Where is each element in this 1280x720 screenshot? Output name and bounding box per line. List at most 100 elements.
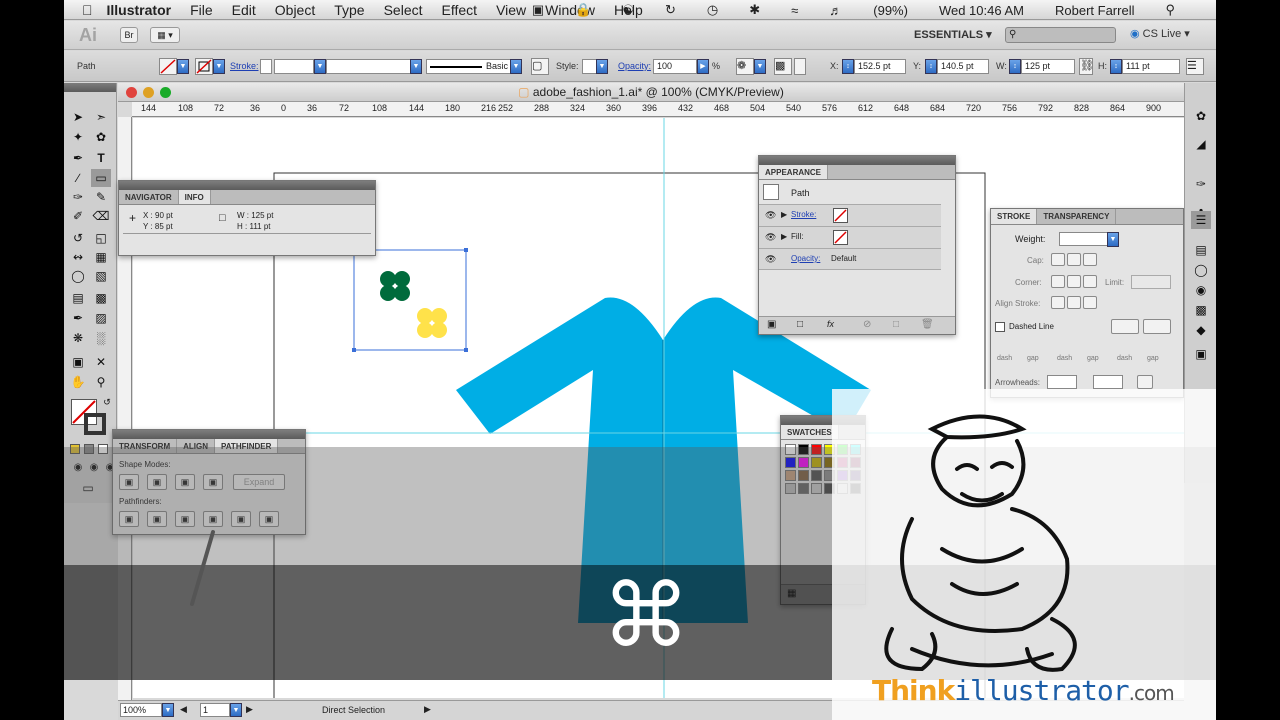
rectangle-tool-icon[interactable]: ▭ — [91, 169, 111, 187]
status-menu-icon[interactable]: ▶ — [424, 704, 431, 715]
swap-fill-stroke-icon[interactable]: ↺ — [97, 393, 117, 411]
shape-builder-tool-icon[interactable]: ◯ — [68, 267, 88, 285]
appearance-fill-row[interactable]: 👁 ▶ Fill: — [759, 226, 941, 248]
magic-wand-tool-icon[interactable]: ✦ — [68, 128, 88, 146]
preserve-dash-icon[interactable] — [1111, 319, 1139, 334]
fill-dropdown[interactable]: ▼ — [177, 59, 189, 74]
volume-icon[interactable]: ♬ — [829, 3, 842, 18]
fill-swatch-none[interactable] — [159, 58, 177, 75]
stroke-weight-dropdown[interactable]: ▼ — [314, 59, 326, 74]
add-effect-button[interactable]: fx — [827, 319, 834, 329]
bridge-button[interactable]: Br — [120, 27, 138, 43]
opacity-label-link[interactable]: Opacity: — [618, 61, 651, 71]
align-inside-icon[interactable] — [1067, 296, 1081, 309]
previous-artboard-icon[interactable]: ◀ — [180, 704, 187, 715]
stroke-weight-input[interactable] — [274, 59, 314, 74]
align-center-icon[interactable] — [1051, 296, 1065, 309]
appearance-stroke-row[interactable]: 👁 ▶ Stroke: — [759, 204, 941, 226]
info-panel-header[interactable] — [119, 181, 375, 190]
stroke-weight-stepper[interactable] — [260, 59, 272, 74]
symbol-sprayer-tool-icon[interactable]: ❋ — [68, 329, 88, 347]
transparency-panel-icon[interactable]: ◯ — [1191, 261, 1211, 279]
tab-info[interactable]: INFO — [178, 190, 211, 204]
lasso-tool-icon[interactable]: ✿ — [91, 128, 111, 146]
end-arrowhead-select[interactable] — [1093, 375, 1123, 389]
menu-edit[interactable]: Edit — [232, 2, 256, 18]
menu-file[interactable]: File — [190, 2, 213, 18]
brushes-icon[interactable]: ✑ — [1191, 175, 1211, 193]
h-input[interactable]: 111 pt — [1122, 59, 1180, 74]
eraser-tool-icon[interactable]: ⌫ — [91, 207, 111, 225]
appearance-stroke-label[interactable]: Stroke: — [791, 210, 816, 219]
color-guide-icon[interactable]: ◢ — [1191, 135, 1211, 153]
artboard-number-field[interactable]: 1 — [200, 703, 230, 717]
appearance-panel-header[interactable] — [759, 156, 955, 165]
tab-swatches[interactable]: SWATCHES — [781, 425, 839, 439]
selection-tool-icon[interactable]: ➤ — [68, 108, 88, 126]
tools-panel-header[interactable] — [64, 83, 116, 92]
visibility-eye-icon[interactable]: 👁 — [765, 210, 776, 221]
add-new-fill-icon[interactable]: □ — [797, 319, 803, 330]
stroke-none-swatch[interactable] — [833, 208, 848, 223]
stroke-dropdown[interactable]: ▼ — [213, 59, 225, 74]
graphic-styles-icon[interactable]: ▩ — [1191, 301, 1211, 319]
reference-point-grid-icon[interactable] — [794, 58, 806, 75]
appearance-opacity-row[interactable]: 👁 Opacity: Default — [759, 248, 941, 270]
next-artboard-icon[interactable]: ▶ — [246, 704, 253, 715]
tab-transparency[interactable]: TRANSPARENCY — [1037, 209, 1117, 224]
appearance-panel-icon[interactable]: ◉ — [1191, 281, 1211, 299]
user-name[interactable]: Robert Farrell — [1055, 3, 1134, 18]
apple-icon[interactable]:  — [82, 2, 93, 18]
close-window-button[interactable] — [126, 87, 137, 98]
green-clover[interactable] — [380, 271, 410, 301]
duplicate-item-icon[interactable]: □ — [893, 319, 899, 330]
blob-brush-tool-icon[interactable]: ✐ — [68, 207, 88, 225]
menu-app-name[interactable]: Illustrator — [107, 2, 172, 18]
perspective-grid-tool-icon[interactable]: ▧ — [91, 267, 111, 285]
wifi-icon[interactable]: ≈ — [791, 3, 798, 18]
expand-triangle-icon[interactable]: ▶ — [781, 210, 787, 219]
expand-triangle-icon[interactable]: ▶ — [781, 232, 787, 241]
stroke-panel-icon[interactable]: ☰ — [1191, 211, 1211, 229]
tab-stroke[interactable]: STROKE — [991, 209, 1038, 224]
gradient-panel-icon[interactable]: ▤ — [1191, 241, 1211, 259]
zoom-level-field[interactable]: 100% — [120, 703, 162, 717]
round-join-icon[interactable] — [1067, 275, 1081, 288]
menu-view[interactable]: View — [496, 2, 526, 18]
layers-icon[interactable]: ◆ — [1191, 321, 1211, 339]
graphic-style-dropdown[interactable]: ▼ — [596, 59, 608, 74]
pencil-tool-icon[interactable]: ✎ — [91, 188, 111, 206]
type-tool-icon[interactable]: T — [91, 149, 111, 167]
zoom-dropdown[interactable]: ▼ — [162, 703, 174, 717]
artboard-dropdown[interactable]: ▼ — [230, 703, 242, 717]
align-outside-icon[interactable] — [1083, 296, 1097, 309]
constrain-proportions-icon[interactable]: ⛓ — [1079, 58, 1094, 75]
selection-bounding-box[interactable] — [353, 249, 467, 351]
x-stepper[interactable]: ↕ — [842, 59, 854, 74]
free-transform-tool-icon[interactable]: ▦ — [91, 248, 111, 266]
projecting-cap-icon[interactable] — [1083, 253, 1097, 266]
pen-tool-icon[interactable]: ✒ — [68, 149, 88, 167]
line-tool-icon[interactable]: ∕ — [68, 169, 88, 187]
h-stepper[interactable]: ↕ — [1110, 59, 1122, 74]
recolor-dropdown[interactable]: ▼ — [754, 59, 766, 74]
swap-arrowheads-icon[interactable] — [1137, 375, 1153, 389]
minimize-window-button[interactable] — [143, 87, 154, 98]
spotlight-search-icon[interactable]: ⚲ — [1165, 2, 1175, 18]
align-icon[interactable]: ▢ — [531, 58, 549, 75]
color-panel-icon[interactable]: ✿ — [1191, 107, 1211, 125]
sync-icon[interactable]: ↻ — [665, 2, 676, 18]
fill-none-swatch[interactable] — [833, 230, 848, 245]
artboards-icon[interactable]: ▣ — [1191, 345, 1211, 363]
y-stepper[interactable]: ↕ — [925, 59, 937, 74]
menu-select[interactable]: Select — [384, 2, 423, 18]
horizontal-ruler[interactable]: 144 108 72 36 0 36 72 108 144 180 216 25… — [132, 102, 1184, 117]
opacity-dropdown[interactable]: ▶ — [697, 59, 709, 74]
mesh-tool-icon[interactable]: ▤ — [68, 289, 88, 307]
visibility-eye-icon[interactable]: 👁 — [765, 232, 776, 243]
direct-selection-tool-icon[interactable]: ➣ — [91, 108, 111, 126]
stroke-weight-field[interactable] — [1059, 232, 1111, 246]
menu-type[interactable]: Type — [334, 2, 364, 18]
stroke-label-link[interactable]: Stroke: — [230, 61, 259, 71]
width-tool-icon[interactable]: ↭ — [68, 248, 88, 266]
